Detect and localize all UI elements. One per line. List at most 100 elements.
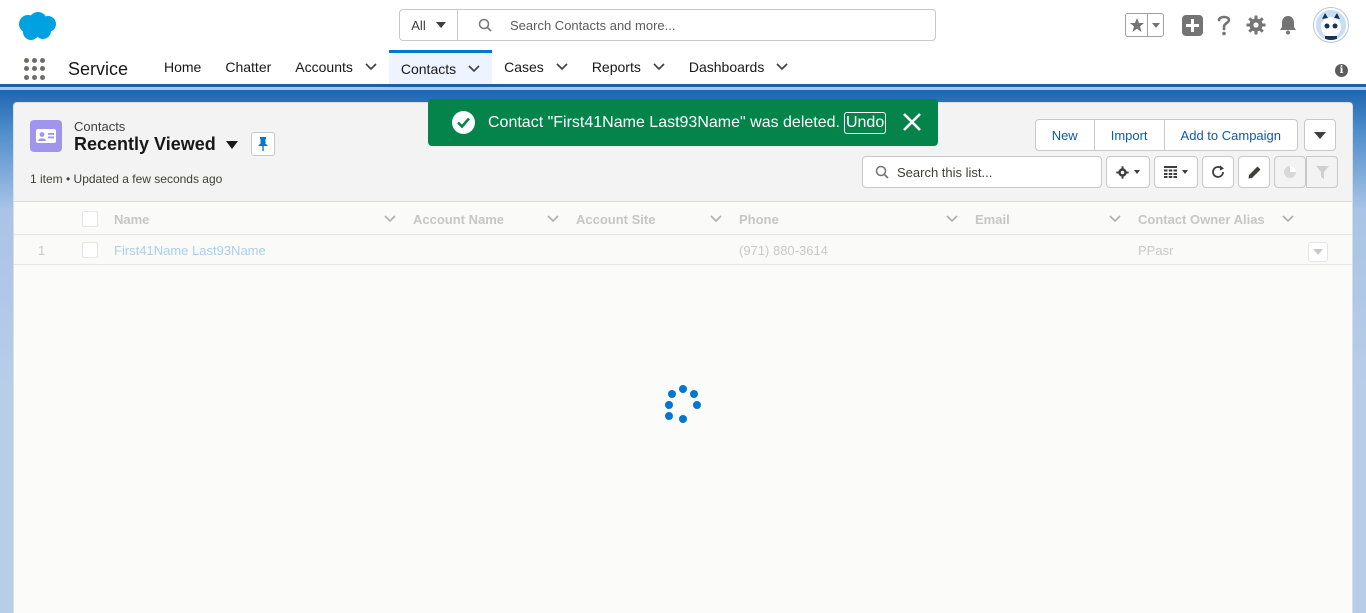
chevron-down-icon[interactable] [710, 215, 722, 223]
search-input[interactable]: Search Contacts and more... [510, 18, 675, 33]
user-avatar-icon [1316, 10, 1346, 40]
setup-button[interactable] [1245, 14, 1267, 36]
column-label: Contact Owner Alias [1138, 211, 1265, 227]
search-scope-label: All [411, 17, 426, 33]
chevron-down-icon[interactable] [468, 64, 480, 73]
column-header-account-name[interactable]: Account Name [413, 203, 563, 235]
select-all-checkbox[interactable] [82, 211, 98, 227]
nav-item-label: Dashboards [688, 59, 765, 75]
setup-gear-icon [1246, 15, 1266, 35]
toast-message: Contact "First41Name Last93Name" was del… [488, 113, 840, 131]
success-toast: Contact "First41Name Last93Name" was del… [428, 99, 938, 146]
column-header-name[interactable]: Name [114, 203, 400, 235]
edit-list-button[interactable] [1238, 156, 1270, 188]
favorites-star-button[interactable] [1126, 14, 1148, 36]
app-nav-bar: Service Home Chatter Accounts Contacts C… [0, 50, 1366, 87]
search-scope-dropdown[interactable]: All [400, 10, 458, 40]
row-checkbox[interactable] [82, 242, 98, 258]
favorites-button-group [1125, 13, 1164, 37]
import-button[interactable]: Import [1093, 119, 1165, 151]
nav-item-contacts[interactable]: Contacts [388, 50, 493, 84]
pin-list-button[interactable] [251, 132, 275, 156]
refresh-icon [1212, 165, 1224, 178]
global-search[interactable]: All Search Contacts and more... [399, 9, 936, 41]
nav-item-home[interactable]: Home [152, 50, 213, 84]
pencil-icon [1248, 166, 1260, 178]
more-actions-button[interactable] [1304, 119, 1336, 151]
success-check-icon [452, 111, 475, 134]
chevron-down-icon[interactable] [365, 63, 377, 71]
chevron-down-icon[interactable] [776, 63, 788, 71]
nav-items: Home Chatter Accounts Contacts Cases Rep… [152, 50, 800, 87]
row-number: 1 [38, 242, 46, 258]
chevron-down-icon[interactable] [1109, 215, 1121, 223]
column-header-phone[interactable]: Phone [739, 203, 964, 235]
add-icon [1181, 14, 1203, 36]
global-actions-button[interactable] [1181, 14, 1203, 36]
chevron-down-icon[interactable] [384, 215, 396, 223]
avatar[interactable] [1314, 8, 1348, 42]
salesforce-logo[interactable] [16, 11, 58, 41]
nav-item-accounts[interactable]: Accounts [283, 50, 389, 84]
chevron-down-icon [225, 140, 238, 149]
column-header-account-site[interactable]: Account Site [576, 203, 726, 235]
column-label: Email [975, 211, 1010, 227]
app-name: Service [68, 59, 129, 79]
charts-button[interactable] [1274, 156, 1306, 188]
nav-item-label: Contacts [400, 60, 457, 77]
app-launcher-icon[interactable] [24, 58, 46, 80]
header-utility-icons [1125, 6, 1348, 44]
column-label: Name [114, 211, 150, 227]
column-label: Phone [739, 211, 779, 227]
notifications-button[interactable] [1277, 14, 1299, 36]
loading-spinner [663, 385, 703, 425]
chevron-down-icon[interactable] [1282, 215, 1294, 223]
filter-icon [1315, 165, 1329, 179]
chevron-down-icon [1313, 249, 1323, 255]
nav-item-chatter[interactable]: Chatter [213, 50, 283, 84]
chevron-down-icon[interactable] [556, 63, 568, 71]
list-settings-button[interactable] [1106, 156, 1150, 188]
chevron-down-icon [1151, 22, 1160, 28]
chevron-down-icon[interactable] [547, 215, 559, 223]
column-label: Account Name [413, 211, 505, 227]
column-header-email[interactable]: Email [975, 203, 1127, 235]
close-icon[interactable] [902, 112, 922, 132]
list-view-card: Contacts Recently Viewed 1 item • Update… [13, 102, 1353, 613]
search-icon [478, 18, 492, 32]
nav-item-label: Home [164, 59, 202, 75]
nav-item-reports[interactable]: Reports [580, 50, 677, 84]
chevron-down-icon[interactable] [653, 63, 665, 71]
pin-icon [258, 137, 268, 151]
contact-icon [30, 120, 62, 152]
list-view-selector[interactable]: Recently Viewed [74, 134, 238, 155]
list-actions: New Import Add to Campaign [1034, 119, 1336, 151]
gear-icon [1116, 165, 1129, 179]
nav-item-cases[interactable]: Cases [492, 50, 580, 84]
undo-link[interactable]: Undo [843, 111, 887, 134]
list-search-placeholder: Search this list... [897, 164, 993, 180]
column-header-contact-owner-alias[interactable]: Contact Owner Alias [1138, 203, 1313, 235]
refresh-button[interactable] [1202, 156, 1234, 188]
nav-item-label: Cases [504, 59, 544, 75]
object-label: Contacts [74, 119, 126, 134]
nav-item-label: Accounts [295, 59, 353, 75]
filter-button[interactable] [1306, 156, 1338, 188]
nav-item-dashboards[interactable]: Dashboards [677, 50, 801, 84]
chevron-down-icon [1314, 131, 1326, 139]
new-button[interactable]: New [1034, 119, 1095, 151]
contact-name-link[interactable]: First41Name Last93Name [114, 235, 266, 265]
nav-item-label: Reports [591, 59, 641, 75]
pie-chart-icon [1284, 166, 1296, 178]
column-label: Account Site [576, 211, 656, 227]
chevron-down-icon [1134, 170, 1140, 174]
display-as-button[interactable] [1154, 156, 1198, 188]
chevron-down-icon[interactable] [946, 215, 958, 223]
help-button[interactable] [1213, 14, 1235, 36]
favorites-dropdown-button[interactable] [1148, 14, 1163, 36]
nav-item-label: Chatter [225, 59, 272, 75]
list-search-input[interactable]: Search this list... [862, 156, 1102, 188]
info-icon[interactable]: i [1335, 64, 1348, 77]
add-to-campaign-button[interactable]: Add to Campaign [1163, 119, 1298, 151]
row-actions-button[interactable] [1308, 242, 1328, 262]
